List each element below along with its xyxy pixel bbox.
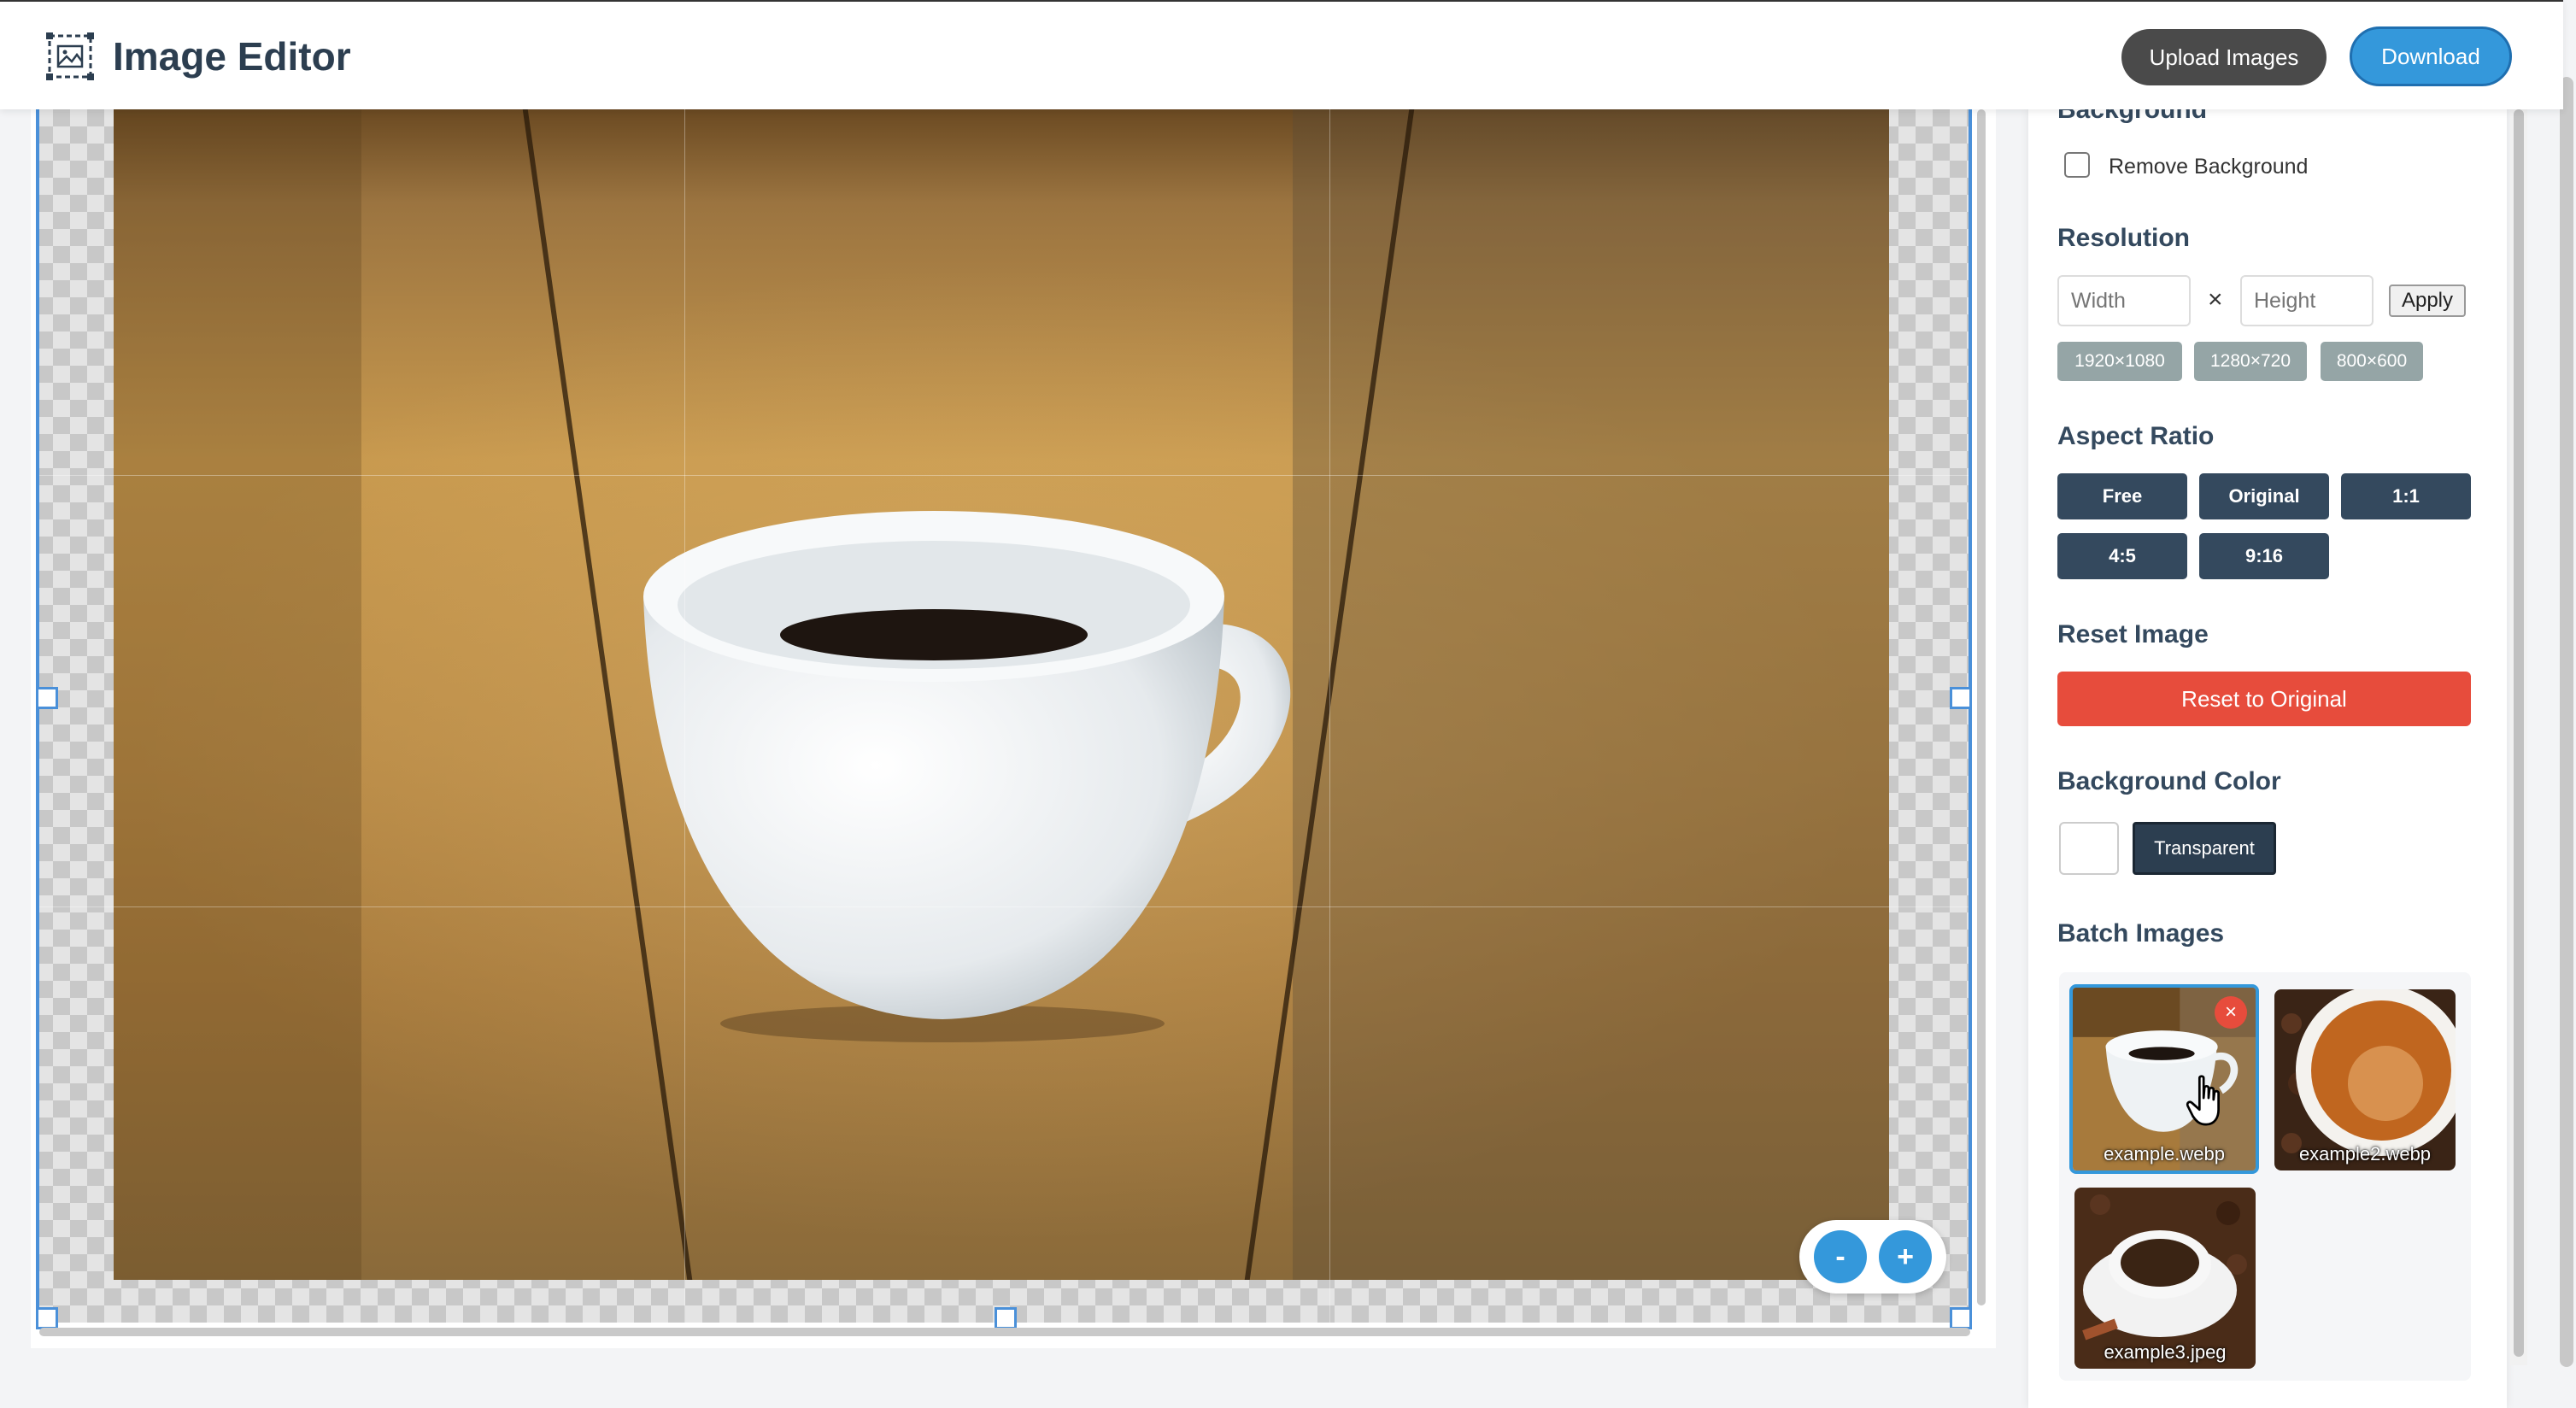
ratio-9-16-button[interactable]: 9:16 [2199, 533, 2329, 579]
times-symbol: × [2208, 285, 2223, 314]
preset-1920x1080-button[interactable]: 1920×1080 [2057, 342, 2182, 381]
batch-thumbnail[interactable]: example3.jpeg [2074, 1188, 2256, 1369]
ratio-4-5-button[interactable]: 4:5 [2057, 533, 2187, 579]
crop-handle-bottom-right[interactable] [1950, 1307, 1972, 1329]
crop-handle-left[interactable] [36, 687, 58, 709]
image-frame-icon [46, 32, 94, 80]
editor-canvas-area[interactable] [31, 109, 1996, 1348]
aspect-ratio-section-title: Aspect Ratio [2057, 422, 2215, 450]
reset-to-original-button[interactable]: Reset to Original [2057, 672, 2471, 726]
sidebar-scroll-thumb[interactable] [2514, 109, 2524, 1357]
width-input[interactable] [2057, 275, 2191, 326]
thumbnail-filename: example2.webp [2298, 1143, 2432, 1165]
preset-800x600-button[interactable]: 800×600 [2321, 342, 2423, 381]
crop-handle-right[interactable] [1950, 687, 1972, 709]
app-title: Image Editor [113, 34, 351, 79]
batch-thumbnail[interactable]: × example.webp [2069, 984, 2259, 1174]
crop-handle-bottom-left[interactable] [36, 1307, 58, 1329]
reset-section-title: Reset Image [2057, 620, 2209, 648]
resolution-section-title: Resolution [2057, 224, 2190, 252]
batch-images-section-title: Batch Images [2057, 919, 2225, 947]
batch-thumbnail[interactable]: example2.webp [2274, 989, 2456, 1170]
background-color-section-title: Background Color [2057, 767, 2281, 795]
horizontal-scrollbar[interactable] [39, 1328, 1970, 1336]
transparent-button[interactable]: Transparent [2133, 822, 2276, 875]
remove-thumbnail-button[interactable]: × [2215, 996, 2247, 1029]
height-input[interactable] [2240, 275, 2374, 326]
ratio-original-button[interactable]: Original [2199, 473, 2329, 519]
crop-handle-bottom[interactable] [995, 1307, 1017, 1329]
zoom-out-button[interactable]: - [1814, 1230, 1867, 1283]
ratio-free-button[interactable]: Free [2057, 473, 2187, 519]
remove-background-checkbox[interactable] [2064, 152, 2090, 178]
thumbnail-filename: example.webp [2104, 1143, 2225, 1165]
zoom-in-button[interactable]: + [1879, 1230, 1932, 1283]
page-scrollbar[interactable] [2560, 77, 2573, 1367]
vertical-scrollbar[interactable] [1977, 109, 1986, 1305]
hand-cursor-icon [2186, 1075, 2220, 1126]
ratio-1-1-button[interactable]: 1:1 [2341, 473, 2471, 519]
download-button[interactable]: Download [2350, 26, 2512, 86]
preset-1280x720-button[interactable]: 1280×720 [2194, 342, 2307, 381]
crop-frame[interactable] [36, 109, 1972, 1329]
apply-resolution-button[interactable]: Apply [2389, 285, 2466, 317]
zoom-controls: - + [1799, 1220, 1946, 1294]
remove-background-label[interactable]: Remove Background [2109, 155, 2308, 179]
app-header: Image Editor Upload Images Download [0, 0, 2563, 109]
thumbnail-filename: example3.jpeg [2104, 1341, 2227, 1363]
background-color-swatch[interactable] [2059, 822, 2119, 875]
upload-images-button[interactable]: Upload Images [2121, 29, 2327, 85]
